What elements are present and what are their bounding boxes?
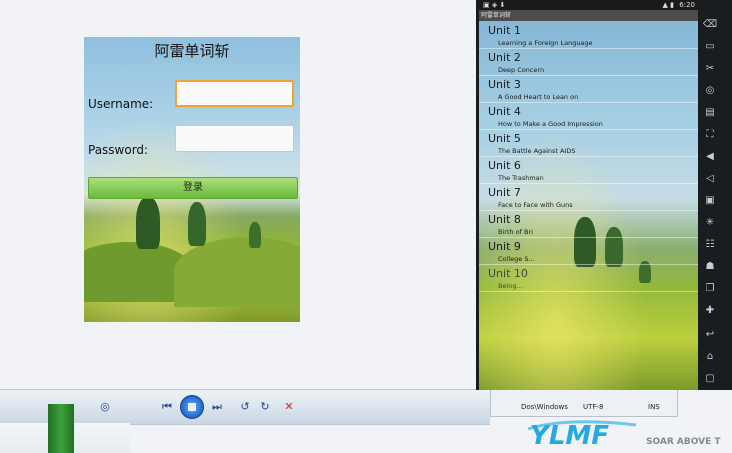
tree-cluster — [249, 222, 261, 248]
login-screen: 阿雷单词斩 Username: Password: 登录 — [84, 37, 300, 322]
list-item[interactable]: Unit 7 Face to Face with Guns — [479, 183, 698, 211]
layers-icon[interactable]: ❐ — [702, 282, 718, 296]
gps-icon[interactable]: ◎ — [702, 84, 718, 98]
unit-description: How to Make a Good Impression — [498, 120, 603, 128]
scissors-icon[interactable]: ✂ — [702, 62, 718, 76]
line-ending-status: Dos\Windows — [521, 403, 568, 411]
unit-title: Unit 4 — [488, 105, 521, 118]
username-label: Username: — [88, 97, 154, 111]
list-item[interactable]: Unit 9 College S... — [479, 237, 698, 265]
unit-title: Unit 1 — [488, 24, 521, 37]
unit-title: Unit 7 — [488, 186, 521, 199]
list-item[interactable]: Unit 5 The Battle Against AIDS — [479, 129, 698, 157]
back-icon[interactable]: ↩ — [702, 328, 718, 342]
next-track-icon[interactable]: ⏭ — [210, 400, 224, 413]
hill-decoration — [174, 237, 300, 307]
emulator-toolbar: ⌫ ▭ ✂ ◎ ▤ ⛶ ◀ ◁ ▣ ✳ ☷ ☗ ❐ ✚ ↩ ⌂ ▢ — [699, 10, 721, 390]
id-icon[interactable]: ☷ — [702, 238, 718, 252]
username-input[interactable] — [175, 80, 294, 107]
unit-description: Birth of Bri — [498, 228, 533, 236]
unit-description: Being... — [498, 282, 523, 290]
taskbar-pillar-graphic — [48, 404, 74, 453]
unit-title: Unit 10 — [488, 267, 528, 280]
app-titlebar: 阿雷单词斩 — [479, 10, 698, 21]
unit-title: Unit 9 — [488, 240, 521, 253]
redo-icon[interactable]: ↻ — [258, 400, 272, 413]
dpad-icon[interactable]: ✚ — [702, 304, 718, 318]
unit-title: Unit 5 — [488, 132, 521, 145]
login-button[interactable]: 登录 — [88, 177, 298, 199]
android-status-bar: ▣ ◈ ⬇ ▲ ▮ 6:20 — [479, 0, 698, 10]
insert-mode-status: INS — [648, 403, 660, 411]
unit-title: Unit 2 — [488, 51, 521, 64]
list-item[interactable]: Unit 2 Deep Concern — [479, 48, 698, 76]
battery-icon[interactable]: ▭ — [702, 40, 718, 54]
password-label: Password: — [88, 143, 149, 157]
list-item[interactable]: Unit 1 Learning a Foreign Language — [479, 21, 698, 49]
camera-icon[interactable]: ▤ — [702, 106, 718, 120]
trash-icon[interactable]: ⌫ — [702, 18, 718, 32]
ylmf-logo: YLMF SOAR ABOVE T — [527, 420, 721, 451]
logo-brand-text: YLMF — [530, 421, 609, 451]
tree-cluster — [136, 197, 160, 249]
list-item[interactable]: Unit 3 A Good Heart to Lean on — [479, 75, 698, 103]
fullscreen-icon[interactable]: ⛶ — [702, 128, 718, 142]
volume-up-icon[interactable]: ◀ — [702, 150, 718, 164]
shuffle-icon[interactable]: ◎ — [98, 400, 112, 413]
tree-cluster — [188, 202, 206, 246]
unit-title: Unit 3 — [488, 78, 521, 91]
brightness-icon[interactable]: ✳ — [702, 216, 718, 230]
list-item[interactable]: Unit 8 Birth of Bri — [479, 210, 698, 238]
unit-description: Face to Face with Guns — [498, 201, 573, 209]
status-time: 6:20 — [679, 1, 695, 9]
list-item[interactable]: Unit 10 Being... — [479, 264, 698, 292]
unit-description: A Good Heart to Lean on — [498, 93, 579, 101]
unit-description: The Battle Against AIDS — [498, 147, 576, 155]
notification-icons: ▣ ◈ ⬇ — [483, 1, 506, 9]
logo-tagline: SOAR ABOVE T — [646, 437, 721, 447]
app-title: 阿雷单词斩 — [154, 42, 230, 60]
recent-apps-icon[interactable]: ▢ — [702, 372, 718, 386]
screenshot-icon[interactable]: ▣ — [702, 194, 718, 208]
play-stop-button[interactable] — [180, 395, 204, 419]
unit-list: Unit 1 Learning a Foreign Language Unit … — [479, 21, 698, 390]
unit-title: Unit 8 — [488, 213, 521, 226]
list-item[interactable]: Unit 4 How to Make a Good Impression — [479, 102, 698, 130]
previous-track-icon[interactable]: ⏮ — [160, 400, 174, 413]
unit-title: Unit 6 — [488, 159, 521, 172]
list-item[interactable]: Unit 6 The Trashman — [479, 156, 698, 184]
password-input[interactable] — [175, 125, 294, 152]
volume-down-icon[interactable]: ◁ — [702, 172, 718, 186]
close-icon[interactable]: ✕ — [282, 400, 296, 413]
encoding-status: UTF-8 — [583, 403, 604, 411]
unit-description: Deep Concern — [498, 66, 545, 74]
unit-description: College S... — [498, 255, 535, 263]
wifi-signal-icon: ▲ ▮ — [662, 1, 674, 9]
home-icon[interactable]: ⌂ — [702, 350, 718, 364]
unit-description: Learning a Foreign Language — [498, 39, 593, 47]
undo-icon[interactable]: ↺ — [238, 400, 252, 413]
android-icon[interactable]: ☗ — [702, 260, 718, 274]
unit-description: The Trashman — [498, 174, 544, 182]
editor-status-bar: Dos\Windows UTF-8 INS — [490, 389, 678, 417]
